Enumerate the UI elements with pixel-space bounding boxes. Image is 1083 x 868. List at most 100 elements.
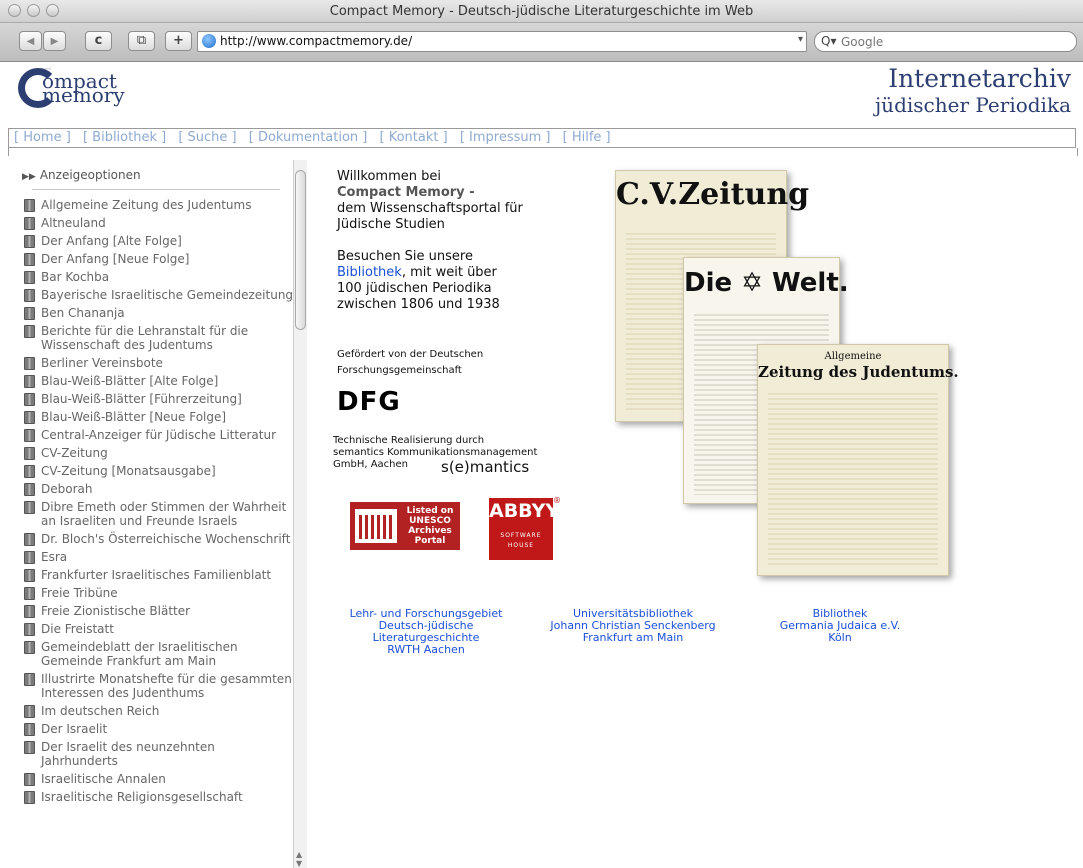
book-icon — [24, 465, 35, 478]
nav-home[interactable]: [ Home ] — [14, 130, 71, 145]
double-arrow-icon: ▶▶ — [22, 172, 36, 182]
abbyy-sub2: HOUSE — [507, 542, 535, 549]
periodical-link[interactable]: Freie Tribüne — [24, 586, 294, 600]
periodical-link[interactable]: Bayerische Israelitische Gemeindezeitung — [24, 288, 294, 302]
periodical-link[interactable]: Frankfurter Israelitisches Familienblatt — [24, 568, 294, 582]
book-icon — [24, 501, 35, 514]
nav-hilfe[interactable]: [ Hilfe ] — [563, 130, 611, 145]
periodical-title: Dr. Bloch's Österreichische Wochenschrif… — [41, 532, 291, 546]
partner-ub-frankfurt[interactable]: Universitätsbibliothek Johann Christian … — [548, 608, 718, 644]
display-options-toggle[interactable]: ▶▶ Anzeigeoptionen — [22, 168, 141, 182]
book-icon — [24, 357, 35, 370]
book-icon — [24, 483, 35, 496]
periodical-link[interactable]: Berliner Vereinsbote — [24, 356, 294, 370]
sponsor-text: Gefördert von der Deutschen Forschungsge… — [337, 347, 483, 379]
periodical-link[interactable]: Dr. Bloch's Österreichische Wochenschrif… — [24, 532, 294, 546]
book-icon — [24, 253, 35, 266]
book-icon — [24, 447, 35, 460]
newspaper-columns — [768, 393, 938, 567]
book-icon — [24, 533, 35, 546]
allgemeine-zeitung-image: Allgemeine Zeitung des Judentums. — [757, 344, 959, 576]
reload-button[interactable]: c — [85, 31, 112, 51]
forward-button[interactable]: ▶ — [43, 31, 66, 51]
visit-prefix: Besuchen Sie unsere — [337, 249, 473, 264]
periodical-link[interactable]: Esra — [24, 550, 294, 564]
periodical-title: CV-Zeitung [Monatsausgabe] — [41, 464, 216, 478]
brand-title: Internetarchiv — [888, 64, 1071, 93]
periodical-link[interactable]: Gemeindeblatt der Israelitischen Gemeind… — [24, 640, 294, 668]
back-button[interactable]: ◀ — [19, 31, 42, 51]
periodical-link[interactable]: Blau-Weiß-Blätter [Alte Folge] — [24, 374, 294, 388]
periodical-link[interactable]: Bar Kochba — [24, 270, 294, 284]
scroll-up-icon[interactable]: ▲ — [296, 850, 302, 859]
add-bookmark-button[interactable]: + — [165, 31, 192, 51]
nav-bibliothek[interactable]: [ Bibliothek ] — [83, 130, 166, 145]
chevron-down-icon[interactable]: ▾ — [798, 34, 803, 45]
periodical-link[interactable]: Illustrirte Monatshefte für die gesammte… — [24, 672, 294, 700]
periodical-link[interactable]: Der Israelit des neunzehnten Jahrhundert… — [24, 740, 294, 768]
abbyy-logo[interactable]: ABBYY SOFTWARE HOUSE ® — [489, 496, 561, 560]
nav-impressum[interactable]: [ Impressum ] — [460, 130, 551, 145]
periodical-link[interactable]: Blau-Weiß-Blätter [Führerzeitung] — [24, 392, 294, 406]
periodicals-list: Allgemeine Zeitung des Judentums Altneula… — [24, 198, 294, 808]
search-input[interactable]: Q▾ Google — [814, 31, 1077, 52]
book-icon — [24, 375, 35, 388]
dfg-logo[interactable]: DFG — [337, 387, 401, 417]
semantics-logo[interactable]: s(e)mantics — [441, 458, 529, 476]
periodical-title: Allgemeine Zeitung des Judentums — [41, 198, 252, 212]
plus-icon: + — [173, 33, 184, 48]
window-titlebar: Compact Memory - Deutsch-jüdische Litera… — [0, 0, 1083, 23]
nav-kontakt[interactable]: [ Kontakt ] — [380, 130, 448, 145]
bibliothek-link[interactable]: Bibliothek — [337, 265, 402, 280]
nav-dokumentation[interactable]: [ Dokumentation ] — [249, 130, 368, 145]
scrollbar-thumb[interactable] — [295, 170, 306, 330]
address-bar[interactable]: http://www.compactmemory.de/ ▾ — [197, 31, 807, 52]
periodical-link[interactable]: Freie Zionistische Blätter — [24, 604, 294, 618]
site-header: ꟷ ompact memory Internetarchiv jüdischer… — [0, 62, 1083, 124]
periodical-title: Blau-Weiß-Blätter [Alte Folge] — [41, 374, 219, 388]
abbyy-logo-text: ABBYY — [489, 500, 560, 522]
compact-memory-logo[interactable]: ompact memory — [18, 68, 158, 118]
partner-germania-judaica[interactable]: Bibliothek Germania Judaica e.V. Köln — [770, 608, 910, 644]
periodical-link[interactable]: Der Anfang [Alte Folge] — [24, 234, 294, 248]
periodical-link[interactable]: Allgemeine Zeitung des Judentums — [24, 198, 294, 212]
periodical-link[interactable]: Ben Chananja — [24, 306, 294, 320]
periodical-title: Bayerische Israelitische Gemeindezeitung — [41, 288, 294, 302]
welcome-text: Willkommen bei Compact Memory - dem Wiss… — [337, 169, 523, 313]
periodical-link[interactable]: Deborah — [24, 482, 294, 496]
partner-line: Köln — [828, 631, 852, 644]
periodical-link[interactable]: Berichte für die Lehranstalt für die Wis… — [24, 324, 294, 352]
frame-border — [8, 148, 1078, 156]
periodical-link[interactable]: Central-Anzeiger für Jüdische Litteratur — [24, 428, 294, 442]
unesco-badge[interactable]: Listed on UNESCO Archives Portal — [350, 502, 460, 550]
display-options-label: Anzeigeoptionen — [39, 168, 141, 182]
partner-rwth[interactable]: Lehr- und Forschungsgebiet Deutsch-jüdis… — [348, 608, 504, 656]
periodical-link[interactable]: CV-Zeitung [Monatsausgabe] — [24, 464, 294, 478]
periodical-link[interactable]: Der Anfang [Neue Folge] — [24, 252, 294, 266]
snapback-button[interactable]: ⧉ — [128, 31, 155, 51]
periodical-title: Central-Anzeiger für Jüdische Litteratur — [41, 428, 277, 442]
nav-suche[interactable]: [ Suche ] — [178, 130, 236, 145]
periodical-link[interactable]: Dibre Emeth oder Stimmen der Wahrheit an… — [24, 500, 294, 528]
periodical-link[interactable]: Der Israelit — [24, 722, 294, 736]
sidebar-scrollbar[interactable]: ▲ ▼ — [293, 160, 307, 868]
allgemeine-small-masthead: Allgemeine — [824, 351, 882, 362]
cv-zeitung-masthead: C.V.Zeitung — [616, 177, 810, 212]
periodical-link[interactable]: Altneuland — [24, 216, 294, 230]
periodical-link[interactable]: Die Freistatt — [24, 622, 294, 636]
main-navigation: [ Home ] [ Bibliothek ] [ Suche ] [ Doku… — [8, 128, 1076, 148]
book-icon — [24, 235, 35, 248]
periodical-link[interactable]: CV-Zeitung — [24, 446, 294, 460]
periodical-link[interactable]: Im deutschen Reich — [24, 704, 294, 718]
periodical-title: Im deutschen Reich — [41, 704, 160, 718]
site-brand: Internetarchiv jüdischer Periodika — [875, 64, 1071, 116]
book-icon — [24, 705, 35, 718]
periodical-link[interactable]: Blau-Weiß-Blätter [Neue Folge] — [24, 410, 294, 424]
periodical-title: Dibre Emeth oder Stimmen der Wahrheit an… — [41, 500, 287, 528]
periodical-link[interactable]: Israelitische Annalen — [24, 772, 294, 786]
periodical-link[interactable]: Israelitische Religionsgesellschaft — [24, 790, 294, 804]
scroll-down-icon[interactable]: ▼ — [296, 859, 302, 868]
periodical-title: Der Israelit des neunzehnten Jahrhundert… — [41, 740, 215, 768]
book-icon — [24, 587, 35, 600]
address-url: http://www.compactmemory.de/ — [220, 34, 413, 48]
